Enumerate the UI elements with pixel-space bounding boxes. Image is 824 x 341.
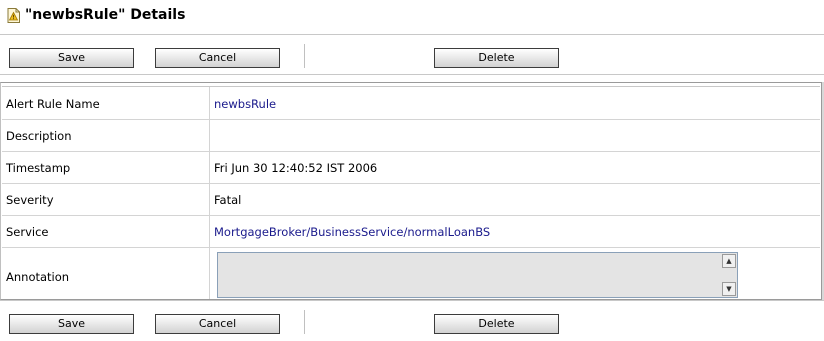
scroll-down-arrow-icon[interactable]: ▼ (722, 282, 736, 296)
timestamp-value: Fri Jun 30 12:40:52 IST 2006 (214, 161, 378, 175)
cancel-button-bottom[interactable]: Cancel (155, 314, 280, 334)
annotation-label: Annotation (6, 270, 70, 284)
details-table: Alert Rule Name newbsRule Description Ti… (2, 86, 820, 299)
toolbar-separator-bottom (304, 310, 305, 334)
table-row-severity: Severity Fatal (2, 184, 820, 216)
delete-button[interactable]: Delete (434, 48, 559, 68)
alert-rule-name-label: Alert Rule Name (6, 97, 100, 111)
alert-rule-icon (7, 8, 20, 23)
service-link[interactable]: MortgageBroker/BusinessService/normalLoa… (214, 225, 490, 239)
toolbar-divider (0, 74, 824, 75)
details-panel: Alert Rule Name newbsRule Description Ti… (0, 82, 822, 300)
severity-value: Fatal (214, 193, 242, 207)
table-row-timestamp: Timestamp Fri Jun 30 12:40:52 IST 2006 (2, 152, 820, 184)
annotation-textarea[interactable]: ▲ ▼ (217, 252, 738, 298)
title-bar: "newbsRule" Details (0, 0, 824, 34)
scroll-up-arrow-icon[interactable]: ▲ (722, 254, 736, 268)
severity-label: Severity (6, 193, 54, 207)
top-toolbar: Save Cancel Delete (0, 35, 824, 75)
description-label: Description (6, 129, 72, 143)
timestamp-label: Timestamp (6, 161, 71, 175)
table-row-description: Description (2, 120, 820, 152)
page-title: "newbsRule" Details (25, 7, 186, 23)
delete-button-bottom[interactable]: Delete (434, 314, 559, 334)
save-button-bottom[interactable]: Save (9, 314, 134, 334)
alert-rule-name-value: newbsRule (214, 97, 277, 111)
table-row-annotation: Annotation ▲ ▼ (2, 248, 820, 299)
table-row-service: Service MortgageBroker/BusinessService/n… (2, 216, 820, 248)
table-row-alert-rule-name: Alert Rule Name newbsRule (2, 87, 820, 120)
cancel-button[interactable]: Cancel (155, 48, 280, 68)
service-label: Service (6, 225, 49, 239)
bottom-toolbar: Save Cancel Delete (0, 301, 824, 341)
save-button[interactable]: Save (9, 48, 134, 68)
toolbar-separator (304, 44, 305, 68)
